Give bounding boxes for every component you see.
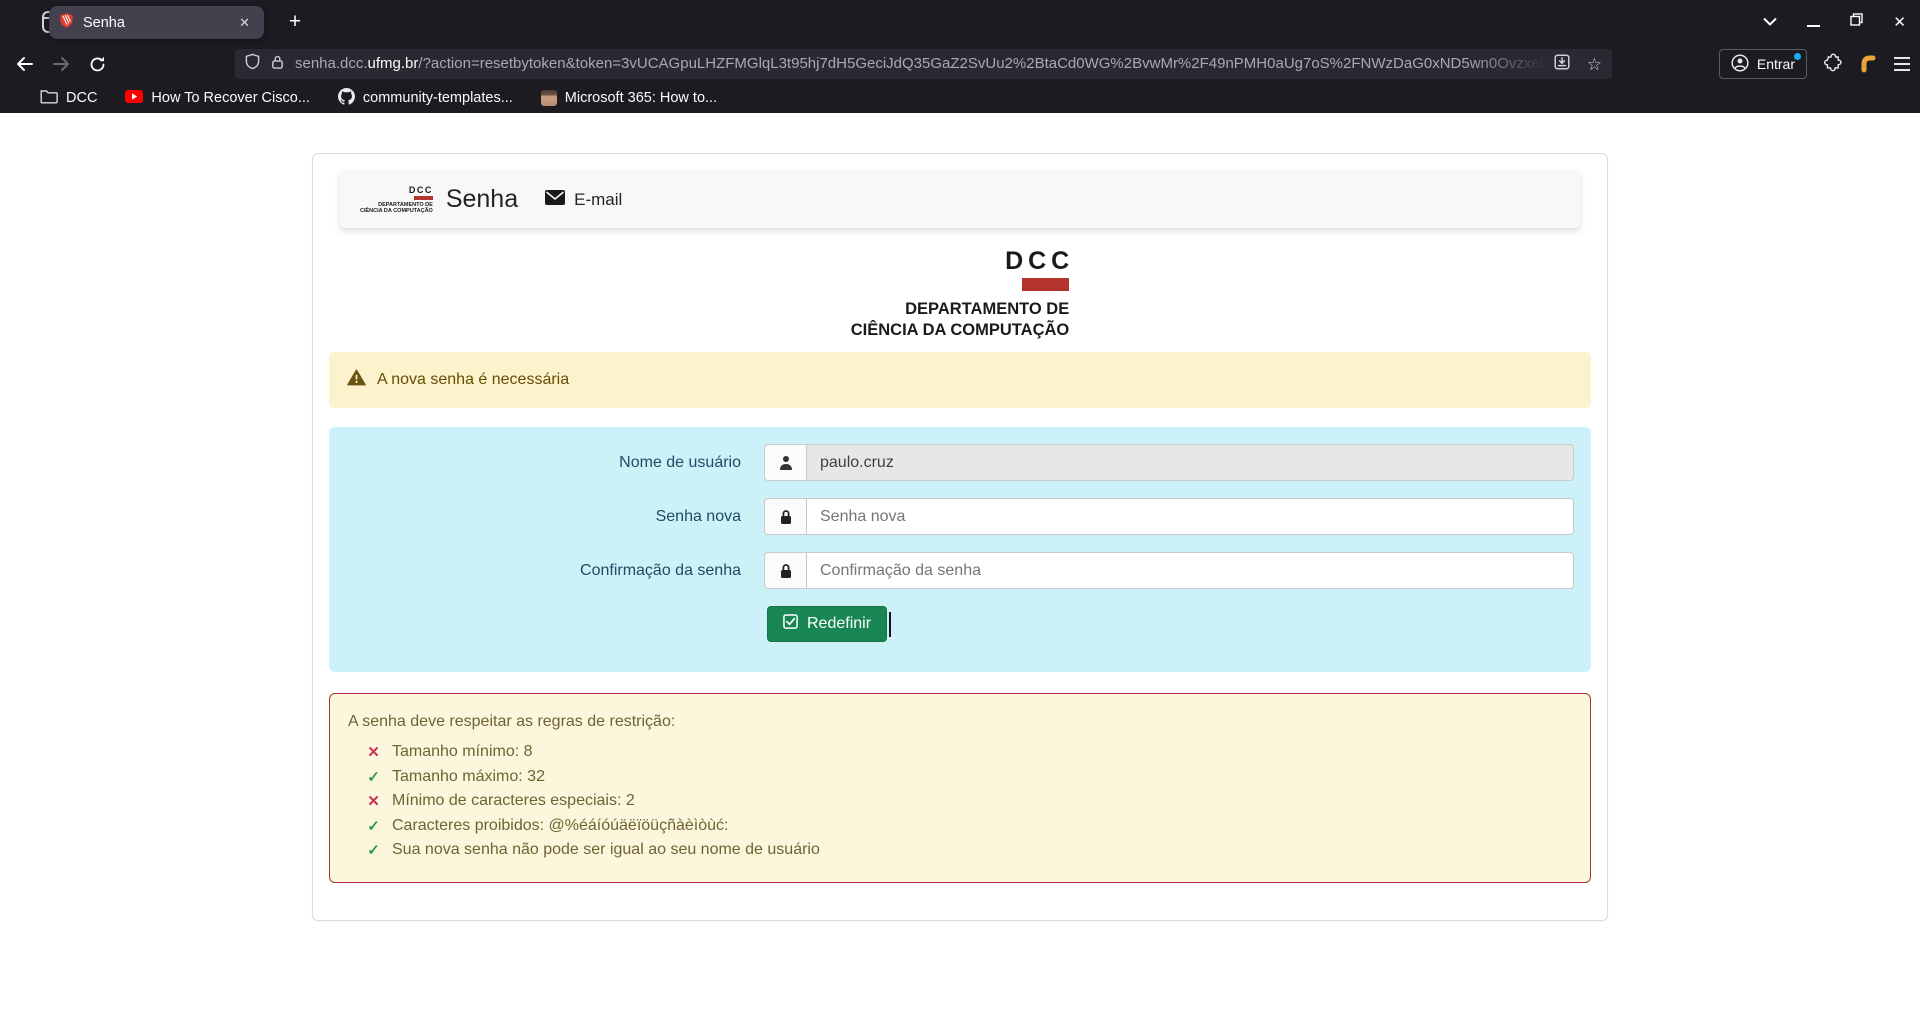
rule-text: Tamanho mínimo: 8 [392,743,533,761]
avatar-icon [541,90,557,106]
url-fade [1468,54,1548,74]
page-navbar: DCC DEPARTAMENTO DE CIÊNCIA DA COMPUTAÇÃ… [340,171,1580,228]
email-link-label: E-mail [574,190,622,210]
rule-text: Caracteres proibidos: @%éáíóúäëïöüçñàèìò… [392,817,728,835]
reset-button-label: Redefinir [807,615,871,633]
username-row: Nome de usuário [329,444,1591,481]
alert-text: A nova senha é necessária [377,371,569,389]
save-page-icon[interactable] [1554,54,1570,75]
lock-icon [764,498,806,535]
person-icon [764,444,806,481]
tracking-protection-shield-icon[interactable] [245,53,260,75]
warning-triangle-icon [347,369,366,391]
email-nav-link[interactable]: E-mail [545,190,622,210]
page-title: Senha [446,185,518,214]
check-icon: ✓ [366,768,381,786]
check-square-icon [783,614,798,634]
lock-icon [764,552,806,589]
bookmarks-bar: DCC How To Recover Cisco... community-te… [0,83,1920,113]
window-titlebar: Senha ✕ + ✕ [0,0,1920,44]
check-icon: ✓ [366,841,381,859]
reset-button[interactable]: Redefinir [767,606,887,642]
rule-item: ✓ Caracteres proibidos: @%éáíóúäëïöüçñàèì… [366,814,1572,839]
dcc-logo-title: DCC [851,247,1074,276]
rule-item: ✓ Tamanho máximo: 32 [366,765,1572,790]
dcc-logo-red-bar [1022,278,1069,291]
rules-list: ✕ Tamanho mínimo: 8 ✓ Tamanho máximo: 32 ✕ Mí… [348,740,1572,863]
folder-icon [40,89,58,108]
dcc-red-bar [414,196,433,200]
dcc-mini-logo: DCC DEPARTAMENTO DE CIÊNCIA DA COMPUTAÇÃ… [360,185,433,215]
content-card: DCC DEPARTAMENTO DE CIÊNCIA DA COMPUTAÇÃ… [312,153,1608,921]
bookmark-item-microsoft365[interactable]: Microsoft 365: How to... [541,90,717,106]
window-minimize-button[interactable] [1807,25,1820,27]
bookmark-label: Microsoft 365: How to... [565,90,717,106]
browser-tab[interactable]: Senha ✕ [49,6,264,39]
extensions-puzzle-icon[interactable] [1822,52,1842,77]
reload-icon[interactable] [82,49,112,79]
password-form: Nome de usuário Senha nova C [329,427,1591,672]
cross-icon: ✕ [366,792,381,810]
confirm-password-input[interactable] [806,552,1574,589]
confirm-password-label: Confirmação da senha [329,562,741,580]
username-input [806,444,1574,481]
check-icon: ✓ [366,817,381,835]
dcc-logo-line2: CIÊNCIA DA COMPUTAÇÃO [851,320,1069,341]
username-label: Nome de usuário [329,454,741,472]
account-sign-in-button[interactable]: Entrar [1719,49,1807,79]
rule-item: ✕ Tamanho mínimo: 8 [366,740,1572,765]
tab-favicon-shield-icon [59,12,74,34]
bookmark-label: DCC [66,90,97,106]
bookmark-star-icon[interactable]: ☆ [1587,56,1602,73]
url-bar[interactable]: senha.dcc.ufmg.br/?action=resetbytoken&t… [235,49,1612,79]
window-close-button[interactable]: ✕ [1893,13,1906,31]
confirm-password-row: Confirmação da senha [329,552,1591,589]
bookmark-label: How To Recover Cisco... [151,90,309,106]
lock-icon[interactable] [271,54,284,75]
youtube-icon [125,90,143,107]
new-password-label: Senha nova [329,508,741,526]
new-password-input[interactable] [806,498,1574,535]
rule-item: ✕ Mínimo de caracteres especiais: 2 [366,789,1572,814]
rule-text: Mínimo de caracteres especiais: 2 [392,792,635,810]
url-text: senha.dcc.ufmg.br/?action=resetbytoken&t… [295,54,1548,74]
cross-icon: ✕ [366,743,381,761]
rule-text: Tamanho máximo: 32 [392,768,545,786]
forward-icon[interactable] [46,49,76,79]
warning-alert: A nova senha é necessária [329,352,1591,408]
rule-item: ✓ Sua nova senha não pode ser igual ao se… [366,838,1572,863]
bookmark-item-youtube[interactable]: How To Recover Cisco... [125,90,309,107]
tab-close-icon[interactable]: ✕ [235,14,254,32]
github-icon [338,88,355,109]
tab-list-chevron-icon[interactable] [1763,13,1777,31]
rules-title: A senha deve respeitar as regras de rest… [348,713,1572,731]
menu-hamburger-icon[interactable] [1894,57,1910,71]
envelope-icon [545,190,565,210]
rule-text: Sua nova senha não pode ser igual ao seu… [392,841,820,859]
text-caret [889,612,891,637]
password-rules-box: A senha deve respeitar as regras de rest… [329,693,1591,883]
sign-in-label: Entrar [1757,56,1795,72]
dcc-logo-line1: DEPARTAMENTO DE [851,299,1069,320]
page-viewport: DCC DEPARTAMENTO DE CIÊNCIA DA COMPUTAÇÃ… [0,113,1920,1032]
bookmark-item-dcc[interactable]: DCC [40,89,97,108]
back-icon[interactable] [10,49,40,79]
notification-dot [1794,53,1801,60]
window-restore-button[interactable] [1850,13,1863,31]
extension-orange-icon[interactable] [1857,51,1879,78]
tab-title: Senha [83,15,235,31]
account-icon [1731,54,1749,75]
bookmark-item-github[interactable]: community-templates... [338,88,513,109]
bookmark-label: community-templates... [363,90,513,106]
navigation-toolbar: senha.dcc.ufmg.br/?action=resetbytoken&t… [0,44,1920,83]
dcc-logo: DCC DEPARTAMENTO DE CIÊNCIA DA COMPUTAÇÃ… [313,247,1607,341]
new-tab-button[interactable]: + [280,7,310,37]
new-password-row: Senha nova [329,498,1591,535]
